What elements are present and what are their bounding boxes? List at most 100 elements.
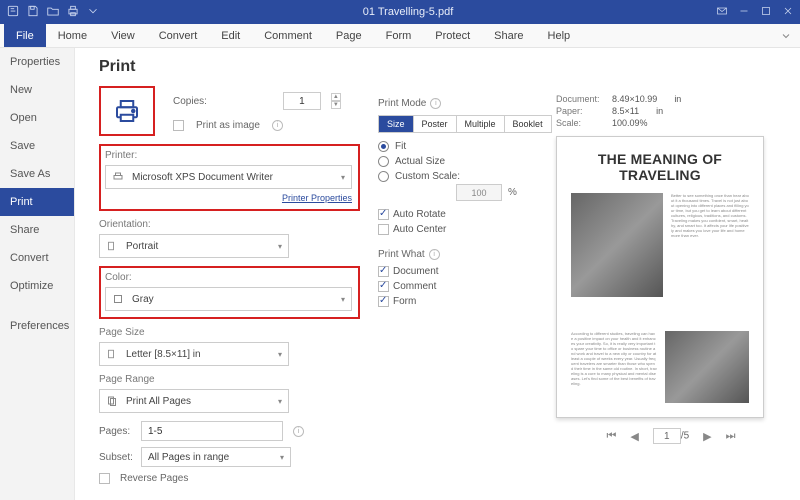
sidebar-save-as[interactable]: Save As [0,160,74,188]
printer-properties-link[interactable]: Printer Properties [105,193,352,203]
nav-next-icon[interactable]: ▶ [703,430,711,443]
pagerange-dropdown[interactable]: Print All Pages ▾ [99,389,289,413]
sidebar-properties[interactable]: Properties [0,48,74,76]
nav-first-icon[interactable]: ⏮ [606,430,616,443]
auto-center-check[interactable]: Auto Center [378,224,538,235]
sidebar: Properties New Open Save Save As Print S… [0,48,75,500]
info-icon[interactable]: i [272,120,283,131]
printer-big-icon [99,86,155,136]
page-icon [106,240,120,252]
print-what-label: Print Whati [378,249,538,260]
sidebar-save[interactable]: Save [0,132,74,160]
print-as-image-check[interactable]: Print as image i [173,120,341,131]
color-dropdown[interactable]: Gray ▾ [105,287,352,311]
printer-small-icon [112,171,126,183]
seg-size[interactable]: Size [379,116,414,132]
radio-actual[interactable]: Actual Size [378,156,538,167]
printer-highlight-box: Printer: Microsoft XPS Document Writer ▾… [99,144,360,211]
nav-prev-icon[interactable]: ◀ [630,430,638,443]
window-title: 01 Travelling-5.pdf [100,6,716,18]
collapse-ribbon-icon[interactable] [780,30,792,45]
sidebar-open[interactable]: Open [0,104,74,132]
copies-down[interactable]: ▼ [331,101,341,109]
sidebar-preferences[interactable]: Preferences [0,312,74,340]
save-icon[interactable] [26,4,40,21]
menu-bar: File Home View Convert Edit Comment Page… [0,24,800,48]
seg-multiple[interactable]: Multiple [457,116,505,132]
nav-page-input[interactable]: 1 [653,428,681,444]
menu-home[interactable]: Home [46,24,99,47]
print-preview: THE MEANING OF TRAVELING Better to see s… [556,136,764,418]
subset-dropdown[interactable]: All Pages in range ▾ [141,447,291,467]
pagerange-label: Page Range [99,374,360,385]
pw-form-check[interactable]: Form [378,296,538,307]
close-icon[interactable] [782,5,794,20]
doc-info: Document:8.49×10.99 in Paper:8.5×11 in S… [556,94,786,128]
menu-edit[interactable]: Edit [209,24,252,47]
copies-input[interactable]: 1 [283,92,321,110]
info-icon[interactable]: i [429,249,440,260]
open-icon[interactable] [46,4,60,21]
seg-booklet[interactable]: Booklet [505,116,551,132]
orientation-dropdown[interactable]: Portrait ▾ [99,234,289,258]
copies-up[interactable]: ▲ [331,93,341,101]
pw-document-check[interactable]: Document [378,266,538,277]
preview-image [571,193,663,297]
printer-dropdown[interactable]: Microsoft XPS Document Writer ▾ [105,165,352,189]
menu-convert[interactable]: Convert [147,24,210,47]
sidebar-print[interactable]: Print [0,188,74,216]
chevron-down-icon: ▾ [280,453,284,462]
radio-custom[interactable]: Custom Scale: [378,171,538,182]
menu-page[interactable]: Page [324,24,374,47]
page-icon [106,348,120,360]
preview-doc-title: THE MEANING OF TRAVELING [571,151,749,183]
sidebar-new[interactable]: New [0,76,74,104]
sidebar-optimize[interactable]: Optimize [0,272,74,300]
sidebar-convert[interactable]: Convert [0,244,74,272]
preview-text: According to different studies, travelin… [571,331,657,403]
mail-icon[interactable] [716,5,728,20]
menu-view[interactable]: View [99,24,147,47]
pagesize-label: Page Size [99,327,360,338]
menu-protect[interactable]: Protect [423,24,482,47]
chevron-down-icon: ▾ [341,173,345,182]
pagesize-dropdown[interactable]: Letter [8.5×11] in ▾ [99,342,289,366]
seg-poster[interactable]: Poster [414,116,457,132]
color-highlight-box: Color: Gray ▾ [99,266,360,319]
menu-share[interactable]: Share [482,24,535,47]
preview-text: Better to see something once than hear a… [671,193,749,238]
maximize-icon[interactable] [760,5,772,20]
auto-rotate-check[interactable]: Auto Rotate [378,209,538,220]
menu-form[interactable]: Form [374,24,424,47]
menu-help[interactable]: Help [536,24,583,47]
copies-label: Copies: [173,96,207,107]
subset-label: Subset: [99,452,135,463]
scale-input[interactable]: 100 [456,184,502,201]
print-mode-segment: Size Poster Multiple Booklet [378,115,552,133]
pages-input[interactable]: 1-5 [141,421,283,441]
chevron-down-icon: ▾ [278,242,282,251]
pages-label: Pages: [99,426,135,437]
swatch-icon [112,293,126,305]
sidebar-share[interactable]: Share [0,216,74,244]
chevron-down-icon: ▾ [341,295,345,304]
nav-last-icon[interactable]: ⏭ [726,430,736,443]
printer-label: Printer: [105,150,352,161]
menu-file[interactable]: File [4,24,46,47]
print-mode-label: Print Modei [378,98,538,109]
page-title: Print [99,58,360,76]
pages-icon [106,395,120,407]
info-icon[interactable]: i [430,98,441,109]
color-label: Color: [105,272,352,283]
print-icon[interactable] [66,4,80,21]
menu-comment[interactable]: Comment [252,24,324,47]
info-icon[interactable]: i [293,426,304,437]
radio-fit[interactable]: Fit [378,141,538,152]
reverse-pages-check[interactable]: Reverse Pages [99,473,360,484]
app-logo-icon [6,4,20,21]
chevron-down-icon: ▾ [278,397,282,406]
chevron-down-icon: ▾ [278,350,282,359]
dropdown-icon[interactable] [86,4,100,21]
pw-comment-check[interactable]: Comment [378,281,538,292]
minimize-icon[interactable] [738,5,750,20]
